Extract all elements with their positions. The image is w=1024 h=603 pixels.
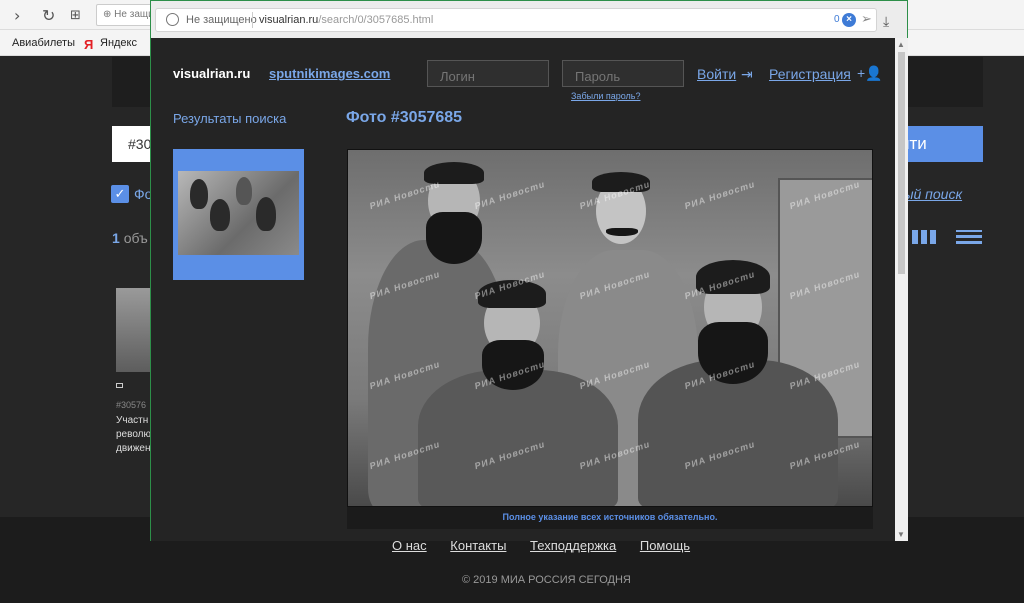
scroll-up-icon[interactable]: ▲ xyxy=(897,40,905,49)
copyright: © 2019 МИА РОССИЯ СЕГОДНЯ xyxy=(462,574,631,586)
bookmark-yandex[interactable]: Яндекс xyxy=(100,37,137,49)
security-label: Не защищено xyxy=(186,14,257,26)
photo-mustache xyxy=(606,228,638,236)
background-checkbox[interactable]: ✓ xyxy=(111,185,129,203)
thumbnail-figure xyxy=(236,177,252,205)
photo-watermark: РИА Новости xyxy=(473,178,547,212)
login-input[interactable] xyxy=(427,60,549,87)
password-input[interactable] xyxy=(562,60,684,87)
search-result-thumbnail[interactable] xyxy=(173,149,304,280)
url-path: /search/0/3057685.html xyxy=(318,14,434,26)
thumbnail-figure xyxy=(210,199,230,231)
photo-figure xyxy=(418,370,618,506)
popup-scrollbar[interactable]: ▲ ▼ xyxy=(895,38,908,541)
popup-url: visualrian.ru/search/0/3057685.html xyxy=(259,14,433,26)
forward-icon[interactable]: › xyxy=(14,6,20,25)
background-result-caption[interactable]: Участн революц движен xyxy=(116,414,152,456)
background-result-thumbnail[interactable] xyxy=(116,288,152,372)
yandex-icon: Я xyxy=(84,37,94,52)
login-icon[interactable]: ⇥ xyxy=(741,66,753,83)
url-host: visualrian.ru xyxy=(259,14,319,26)
address-separator xyxy=(252,12,253,28)
camera-icon xyxy=(116,383,123,388)
photo-watermark: РИА Новости xyxy=(683,178,757,212)
download-icon[interactable]: ⤓ xyxy=(883,13,889,30)
background-result-id: #30576 xyxy=(116,400,147,410)
scroll-down-icon[interactable]: ▼ xyxy=(897,530,905,539)
photo-beard xyxy=(426,212,482,264)
tabs-grid-icon[interactable]: ⊞ xyxy=(70,8,81,23)
sputnik-link[interactable]: sputnikimages.com xyxy=(269,66,390,81)
popup-page: visualrian.ru sputnikimages.com Забыли п… xyxy=(151,38,895,541)
scrollbar-thumb[interactable] xyxy=(898,52,905,274)
photo-caption: Полное указание всех источников обязател… xyxy=(347,507,873,529)
adblock-counter: 0 xyxy=(834,14,840,25)
site-logo[interactable]: visualrian.ru xyxy=(173,66,250,81)
login-link[interactable]: Войти xyxy=(697,66,736,82)
send-icon[interactable]: ➢ xyxy=(861,11,872,27)
popup-address-bar[interactable]: Не защищено visualrian.ru/search/0/30576… xyxy=(155,8,877,32)
search-results-title[interactable]: Результаты поиска xyxy=(173,111,286,126)
thumbnail-image xyxy=(178,171,299,255)
grid-view-icon[interactable] xyxy=(912,230,936,244)
result-count-suffix: объ xyxy=(123,230,148,246)
popup-window: Не защищено visualrian.ru/search/0/30576… xyxy=(150,0,908,541)
background-address-bar[interactable]: ⊕ Не защищ xyxy=(96,4,156,26)
thumbnail-figure xyxy=(190,179,208,209)
globe-icon xyxy=(166,13,179,26)
reload-icon[interactable]: ↻ xyxy=(42,6,55,25)
thumbnail-figure xyxy=(256,197,276,231)
register-link[interactable]: Регистрация xyxy=(769,66,851,82)
adblock-icon[interactable]: × xyxy=(842,13,856,27)
bookmark-aviabilety[interactable]: Авиабилеты xyxy=(12,37,75,49)
forgot-password-link[interactable]: Забыли пароль? xyxy=(571,91,640,101)
result-count: 1 объ xyxy=(112,230,148,246)
add-user-icon[interactable]: +👤 xyxy=(857,65,883,82)
result-count-number: 1 xyxy=(112,230,120,246)
main-photo[interactable]: РИА Новости РИА Новости РИА Новости РИА … xyxy=(347,149,873,507)
list-view-icon[interactable] xyxy=(956,230,982,244)
photo-title: Фото #3057685 xyxy=(346,109,463,126)
